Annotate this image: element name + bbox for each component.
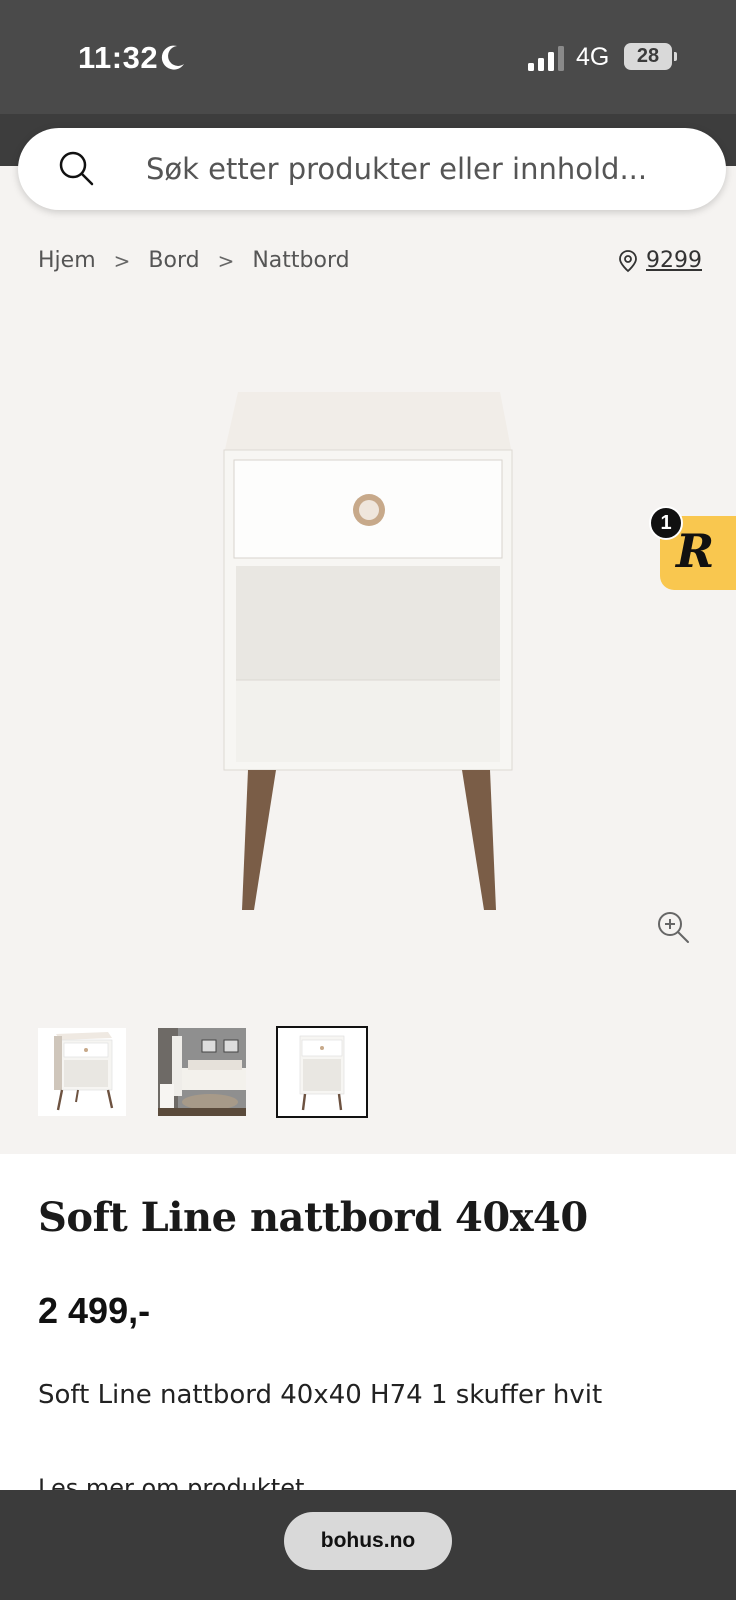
breadcrumb-separator: > [217,248,235,273]
browser-bottom-bar: bohus.no [0,1490,736,1600]
breadcrumb-home[interactable]: Hjem [38,248,96,273]
breadcrumb-nattbord[interactable]: Nattbord [252,248,349,273]
zoom-in-icon[interactable] [656,910,690,944]
breadcrumb: Hjem > Bord > Nattbord [38,248,350,273]
product-image[interactable] [200,380,540,920]
product-info: Soft Line nattbord 40x40 2 499,- Soft Li… [0,1154,736,1502]
search-icon[interactable] [58,150,96,188]
location-pin-icon [619,249,637,272]
search-input[interactable] [146,128,686,210]
battery-tip [674,52,677,61]
reviews-logo: R [676,524,715,578]
product-description: Soft Line nattbord 40x40 H74 1 skuffer h… [38,1380,603,1410]
notification-count-badge: 1 [649,506,683,540]
moon-icon [161,45,184,70]
product-title: Soft Line nattbord 40x40 [38,1194,588,1241]
network-type: 4G [576,43,610,71]
status-bar: 11:32 4G 28 [0,0,736,114]
thumbnail-front-image [299,1035,345,1111]
status-time: 11:32 [78,40,159,75]
thumbnail-room[interactable] [158,1028,246,1116]
thumbnail-front[interactable] [276,1026,368,1118]
breadcrumb-separator: > [113,248,131,273]
product-price: 2 499,- [38,1290,151,1331]
breadcrumb-bord[interactable]: Bord [148,248,199,273]
thumbnail-angle[interactable] [38,1028,126,1116]
thumbnail-room-image [158,1028,246,1116]
thumbnail-angle-image [54,1032,114,1111]
store-code[interactable]: 9299 [646,248,702,273]
thumbnail-gallery [38,1026,368,1118]
search-bar[interactable] [18,128,726,210]
store-selector[interactable]: 9299 [618,248,702,273]
battery-indicator: 28 [624,43,672,70]
browser-url-pill[interactable]: bohus.no [284,1512,452,1570]
signal-icon [528,46,564,71]
